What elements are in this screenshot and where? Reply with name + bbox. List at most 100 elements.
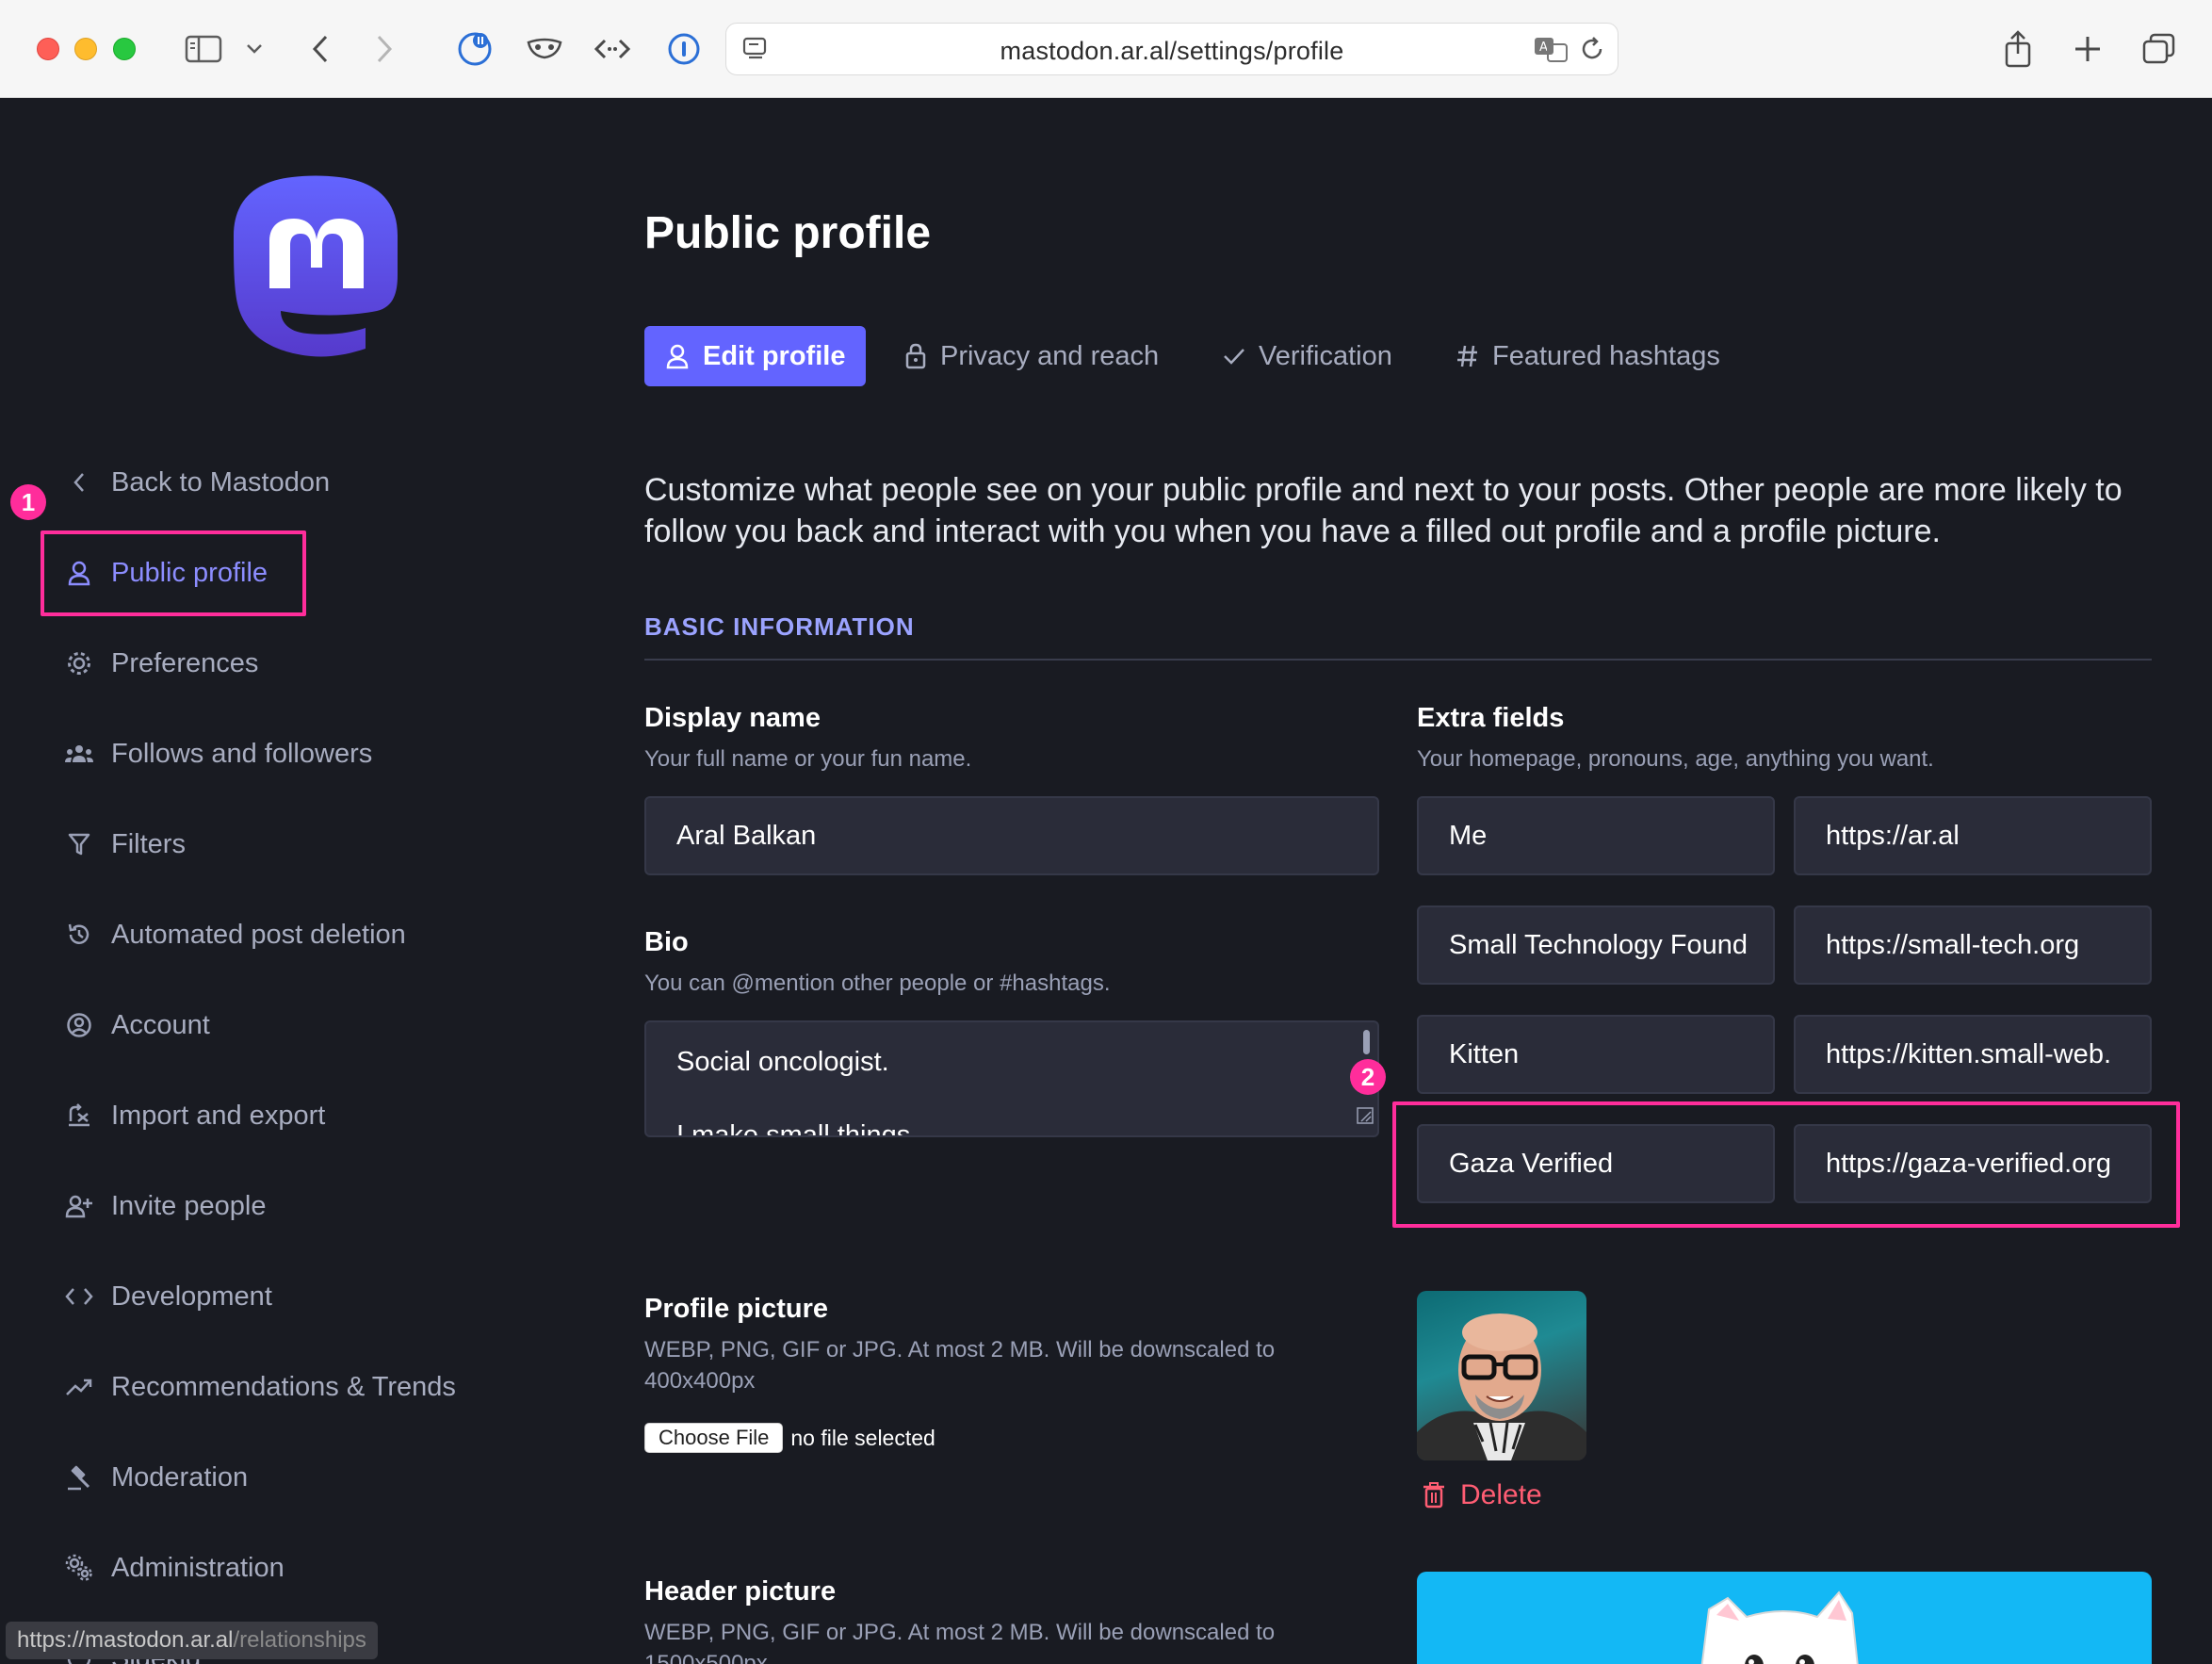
header-picture-hint: WEBP, PNG, GIF or JPG. At most 2 MB. Wil…: [644, 1620, 1276, 1664]
tab-privacy-and-reach[interactable]: Privacy and reach: [904, 326, 1159, 386]
sidebar-item-moderation[interactable]: Moderation: [64, 1454, 248, 1501]
reload-icon[interactable]: [1578, 35, 1606, 68]
annotation-badge-1: 1: [10, 484, 46, 520]
trending-icon: [64, 1372, 94, 1402]
back-to-mastodon-label: Back to Mastodon: [111, 466, 331, 498]
page-title: Public profile: [644, 208, 932, 258]
share-icon[interactable]: [1999, 28, 2037, 70]
sidebar-item-import-and-export[interactable]: Import and export: [64, 1092, 325, 1139]
sidebar-item-label: Recommendations & Trends: [111, 1371, 456, 1402]
zoom-window-button[interactable]: [113, 38, 136, 60]
intro-text: Customize what people see on your public…: [644, 472, 2123, 549]
browser-toolbar: mastodon.ar.al/settings/profile A: [0, 0, 2212, 98]
new-tab-icon[interactable]: [2069, 28, 2106, 70]
sidebar-item-label: Preferences: [111, 647, 259, 678]
extra-field-name-input[interactable]: Me: [1417, 796, 1775, 875]
people-icon: [64, 739, 94, 769]
sidebar-item-automated-post-deletion[interactable]: Automated post deletion: [64, 911, 406, 958]
extension-password-icon[interactable]: [663, 28, 705, 70]
bio-label: Bio: [644, 927, 689, 957]
file-status: no file selected: [790, 1425, 935, 1450]
header-image: [1417, 1572, 2152, 1664]
check-icon: [1224, 349, 1244, 365]
tab-label: Privacy and reach: [940, 340, 1160, 371]
sidebar-item-development[interactable]: Development: [64, 1273, 272, 1320]
extension-moon-icon[interactable]: [454, 28, 496, 70]
sidebar-item-label: Public profile: [111, 557, 268, 588]
chevron-left-icon: [64, 467, 94, 498]
tab-featured-hashtags[interactable]: Featured hashtags: [1456, 326, 1720, 386]
sidebar-item-label: Moderation: [111, 1461, 249, 1493]
back-icon[interactable]: [301, 28, 339, 70]
minimize-window-button[interactable]: [74, 38, 97, 60]
tab-label: Edit profile: [703, 340, 846, 371]
display-name-label: Display name: [644, 703, 821, 733]
extension-code-icon[interactable]: [592, 28, 633, 70]
hashtag-icon: [1457, 345, 1477, 367]
extra-field-value-input[interactable]: https://kitten.small-web.: [1794, 1015, 2152, 1094]
tab-edit-profile[interactable]: Edit profile: [644, 326, 867, 386]
sidebar-item-public-profile[interactable]: Public profile: [64, 549, 268, 596]
sidebar-item-recommendations-trends[interactable]: Recommendations & Trends: [64, 1363, 456, 1411]
tab-label: Verification: [1259, 340, 1392, 371]
extra-field-name-input[interactable]: Small Technology Found: [1417, 905, 1775, 985]
gear-icon: [64, 648, 94, 678]
link-status-bar: https://mastodon.ar.al/relationships: [6, 1622, 378, 1659]
bio-hint: You can @mention other people or #hashta…: [644, 971, 1111, 996]
sidebar-item-follows-and-followers[interactable]: Follows and followers: [64, 730, 372, 777]
close-window-button[interactable]: [37, 38, 59, 60]
display-name-hint: Your full name or your fun name.: [644, 746, 972, 772]
extra-fields-hint: Your homepage, pronouns, age, anything y…: [1417, 746, 1934, 772]
bio-scrollbar[interactable]: [1363, 1030, 1370, 1054]
annotation-highlight-gaza-verified: [1392, 1101, 2180, 1228]
code-icon: [64, 1281, 94, 1312]
sidebar-item-invite-people[interactable]: Invite people: [64, 1183, 266, 1230]
avatar: [1417, 1291, 1586, 1460]
tab-overview-icon[interactable]: [2139, 28, 2180, 70]
profile-picture-label: Profile picture: [644, 1294, 828, 1324]
admin-gears-icon: [64, 1553, 94, 1583]
delete-avatar-button[interactable]: Delete: [1423, 1479, 1542, 1511]
svg-text:A: A: [1539, 41, 1548, 55]
person-add-icon: [64, 1191, 94, 1221]
lock-icon: [905, 343, 926, 369]
extra-field-value-input[interactable]: https://small-tech.org: [1794, 905, 2152, 985]
account-circle-icon: [64, 1010, 94, 1040]
sidebar-item-label: Account: [111, 1009, 210, 1040]
trash-icon: [1423, 1482, 1444, 1509]
choose-file-button[interactable]: Choose File: [644, 1423, 784, 1453]
extension-mask-icon[interactable]: [522, 28, 567, 70]
extra-field-value-input[interactable]: https://ar.al: [1794, 796, 2152, 875]
profile-picture-hint: WEBP, PNG, GIF or JPG. At most 2 MB. Wil…: [644, 1337, 1276, 1394]
sidebar-item-label: Import and export: [111, 1100, 326, 1131]
bio-line: Social oncologist.: [676, 1047, 889, 1077]
tab-verification[interactable]: Verification: [1223, 326, 1392, 386]
gavel-icon: [64, 1462, 94, 1493]
sidebar-item-filters[interactable]: Filters: [64, 821, 186, 868]
status-url-host: https://mastodon.ar.al: [17, 1627, 234, 1653]
status-url-path: /relationships: [233, 1627, 366, 1653]
annotation-badge-2: 2: [1350, 1059, 1386, 1095]
tab-label: Featured hashtags: [1492, 340, 1720, 371]
user-icon: [64, 558, 94, 588]
mastodon-logo[interactable]: [226, 173, 405, 362]
sidebar-toggle-icon[interactable]: [183, 28, 224, 70]
extra-field-name-input[interactable]: Kitten: [1417, 1015, 1775, 1094]
sidebar-item-administration[interactable]: Administration: [64, 1544, 285, 1591]
resize-handle-icon[interactable]: [1357, 1101, 1374, 1132]
sidebar-item-preferences[interactable]: Preferences: [64, 640, 258, 687]
translate-icon[interactable]: A: [1533, 35, 1570, 68]
chevron-down-icon[interactable]: [243, 28, 266, 70]
forward-icon[interactable]: [366, 28, 403, 70]
import-export-icon: [64, 1101, 94, 1131]
delete-label: Delete: [1460, 1479, 1542, 1510]
sidebar-item-label: Filters: [111, 828, 186, 859]
sidebar-item-account[interactable]: Account: [64, 1002, 210, 1049]
header-picture-label: Header picture: [644, 1576, 837, 1607]
back-to-mastodon-link[interactable]: Back to Mastodon: [64, 459, 330, 506]
display-name-field[interactable]: Aral Balkan: [644, 796, 1379, 875]
profile-picture-file-input: Choose File no file selected: [644, 1423, 935, 1453]
url-text: mastodon.ar.al/settings/profile: [1000, 37, 1344, 65]
address-bar[interactable]: mastodon.ar.al/settings/profile A: [725, 23, 1618, 75]
bio-textarea[interactable]: Social oncologist. I make small things: [644, 1020, 1379, 1137]
